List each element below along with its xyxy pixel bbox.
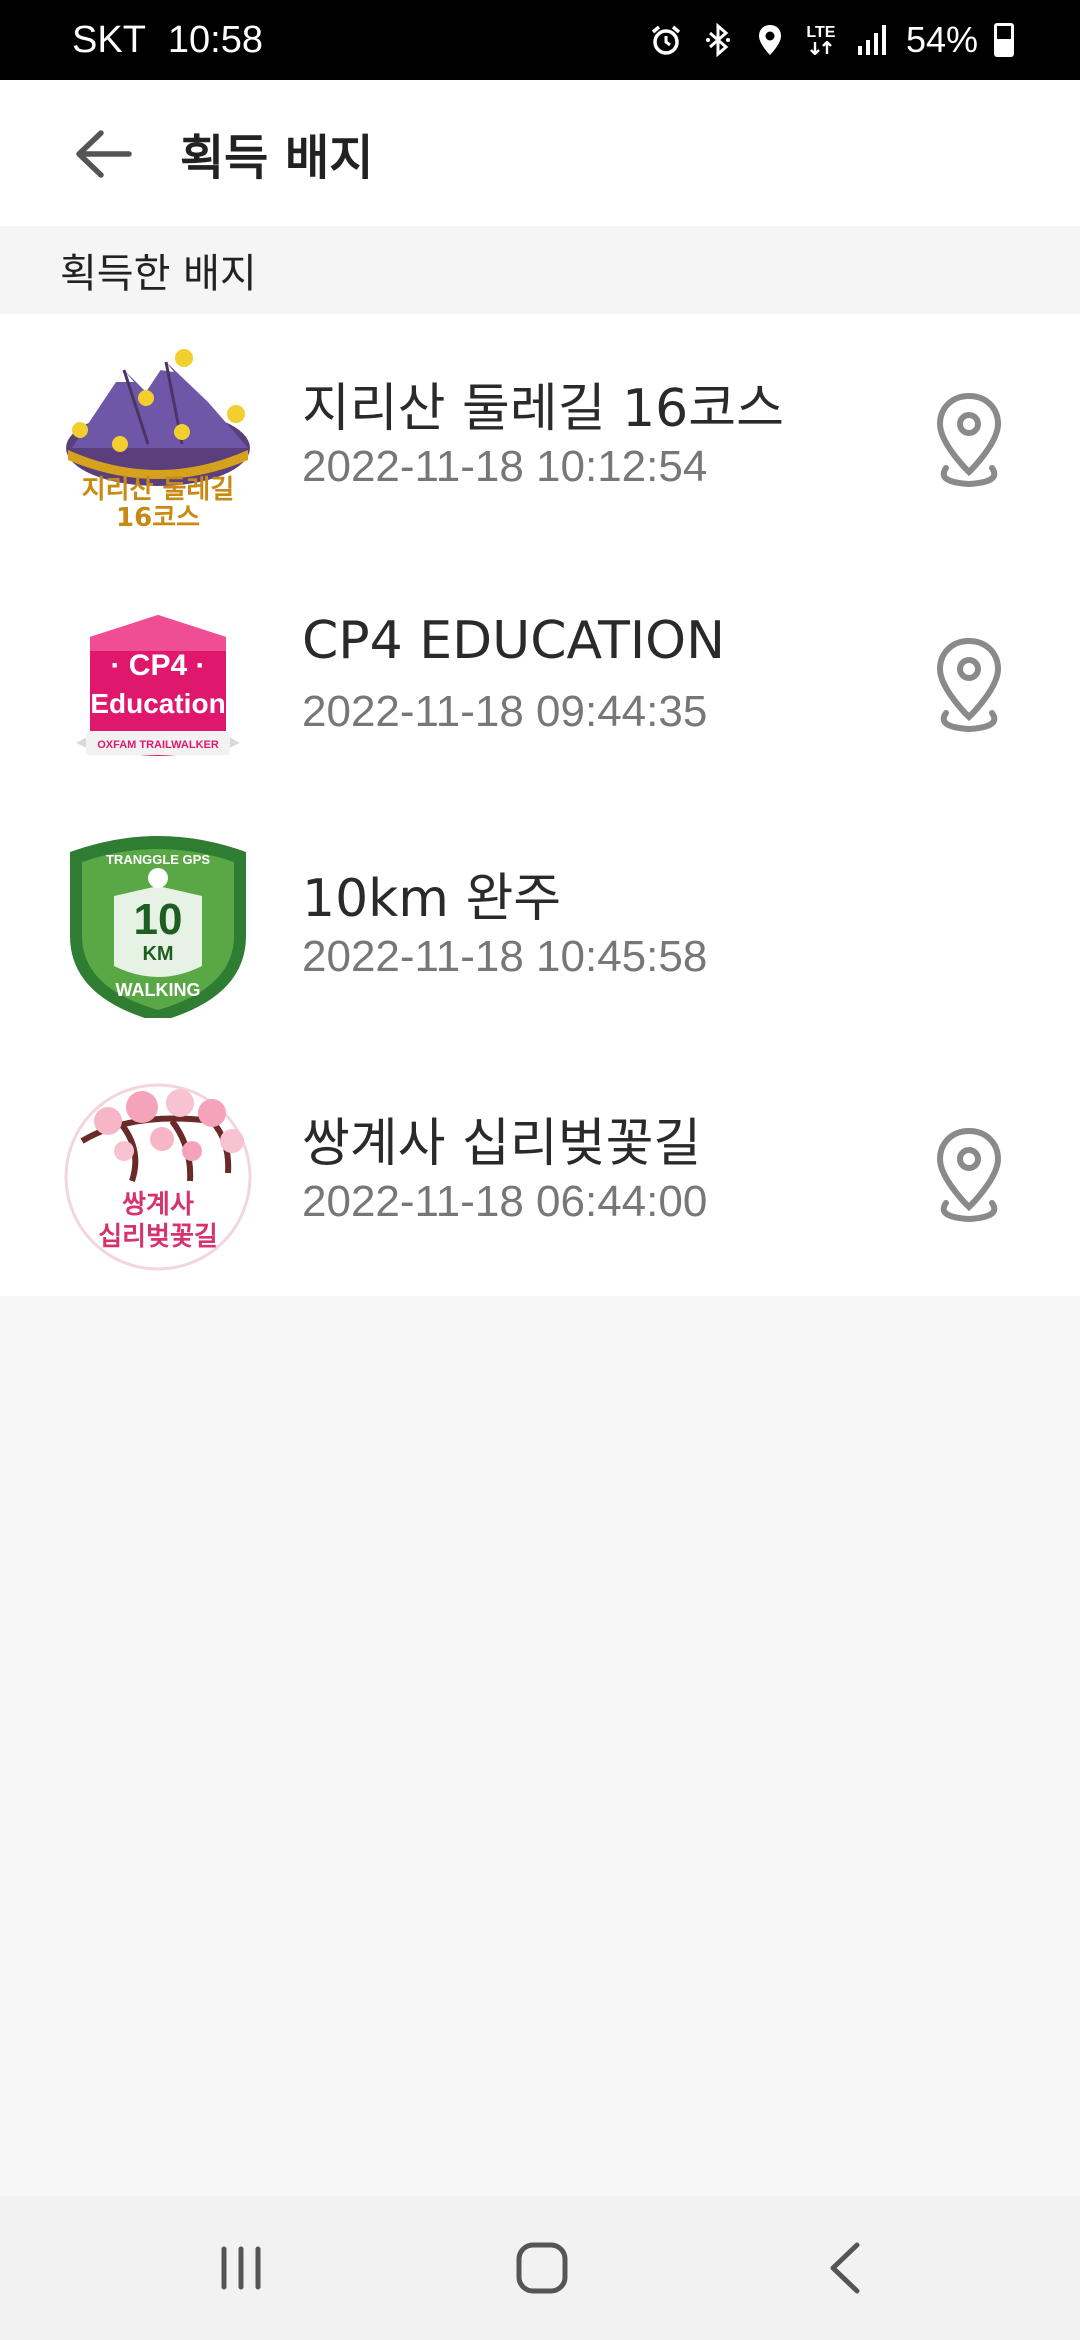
badge-title: CP4 EDUCATION	[302, 611, 726, 671]
badge-text: 십리벚꽃길	[98, 1222, 218, 1252]
location-icon	[752, 22, 788, 58]
education-badge-icon: · CP4 · Education OXFAM TRAILWALKER	[76, 615, 240, 756]
walking-badge-icon: TRANGGLE GPS 10 KM WALKING	[70, 836, 246, 1018]
badge-title: 쌍계사 십리벚꽃길	[302, 1114, 702, 1174]
badge-date: 2022-11-18 06:44:00	[302, 1177, 708, 1226]
status-right: LTE 54%	[648, 0, 1014, 80]
clock: 10:58	[167, 18, 263, 61]
section-label: 획득한 배지	[60, 251, 257, 297]
lte-label: LTE	[806, 24, 836, 41]
back-button[interactable]	[58, 118, 148, 190]
location-pin-icon[interactable]	[930, 1125, 1008, 1225]
list-item[interactable]: · CP4 · Education OXFAM TRAILWALKER CP4 …	[0, 559, 1080, 804]
status-bar: SKT 10:58 LTE 54%	[0, 0, 1080, 80]
nav-back-button[interactable]	[785, 2226, 905, 2310]
home-icon	[516, 2242, 568, 2294]
badge-date: 2022-11-18 09:44:35	[302, 687, 708, 736]
status-left: SKT 10:58	[72, 0, 263, 80]
lte-icon: LTE	[804, 22, 838, 58]
alarm-icon	[648, 22, 684, 58]
app-header: 획득 배지	[0, 80, 1080, 226]
badge-title: 10km 완주	[302, 869, 562, 929]
battery-percent: 54%	[905, 19, 978, 60]
location-pin-icon[interactable]	[930, 635, 1008, 735]
battery-fill	[997, 38, 1011, 54]
recent-apps-icon	[221, 2246, 261, 2290]
badge-text: Education	[90, 688, 225, 719]
mountain-badge-icon: 지리산 둘레길 16코스	[66, 349, 250, 533]
page-title: 획득 배지	[180, 130, 374, 186]
recent-apps-button[interactable]	[181, 2226, 301, 2310]
battery-icon	[994, 23, 1014, 57]
home-button[interactable]	[482, 2226, 602, 2310]
badge-date: 2022-11-18 10:12:54	[302, 442, 708, 491]
cherry-blossom-badge-icon: 쌍계사 십리벚꽃길	[64, 1083, 252, 1271]
badge-title: 지리산 둘레길 16코스	[302, 379, 784, 439]
badge-text: KM	[142, 943, 173, 965]
signal-icon	[854, 22, 890, 58]
location-pin-icon[interactable]	[930, 390, 1008, 490]
badge-text: 16코스	[116, 503, 200, 533]
badge-list: 지리산 둘레길 16코스 지리산 둘레길 16코스 2022-11-18 10:…	[0, 314, 1080, 1296]
badge-text: WALKING	[116, 980, 201, 1000]
badge-date: 2022-11-18 10:45:58	[302, 932, 708, 981]
badge-text: 지리산 둘레길	[82, 475, 235, 505]
badge-text: OXFAM TRAILWALKER	[97, 739, 219, 751]
badge-text: · CP4 ·	[110, 649, 205, 682]
bluetooth-icon	[700, 22, 736, 58]
carrier-label: SKT	[72, 18, 146, 61]
list-item[interactable]: TRANGGLE GPS 10 KM WALKING 10km 완주 2022-…	[0, 804, 1080, 1049]
list-item[interactable]: 쌍계사 십리벚꽃길 쌍계사 십리벚꽃길 2022-11-18 06:44:00	[0, 1049, 1080, 1294]
badge-text: 쌍계사	[122, 1190, 194, 1220]
system-nav-bar	[0, 2196, 1080, 2340]
section-header: 획득한 배지	[0, 226, 1080, 314]
list-item[interactable]: 지리산 둘레길 16코스 지리산 둘레길 16코스 2022-11-18 10:…	[0, 314, 1080, 559]
badge-text: TRANGGLE GPS	[106, 852, 210, 867]
badge-text: 10	[134, 895, 183, 944]
arrow-left-icon	[76, 130, 132, 178]
back-icon	[830, 2242, 860, 2294]
